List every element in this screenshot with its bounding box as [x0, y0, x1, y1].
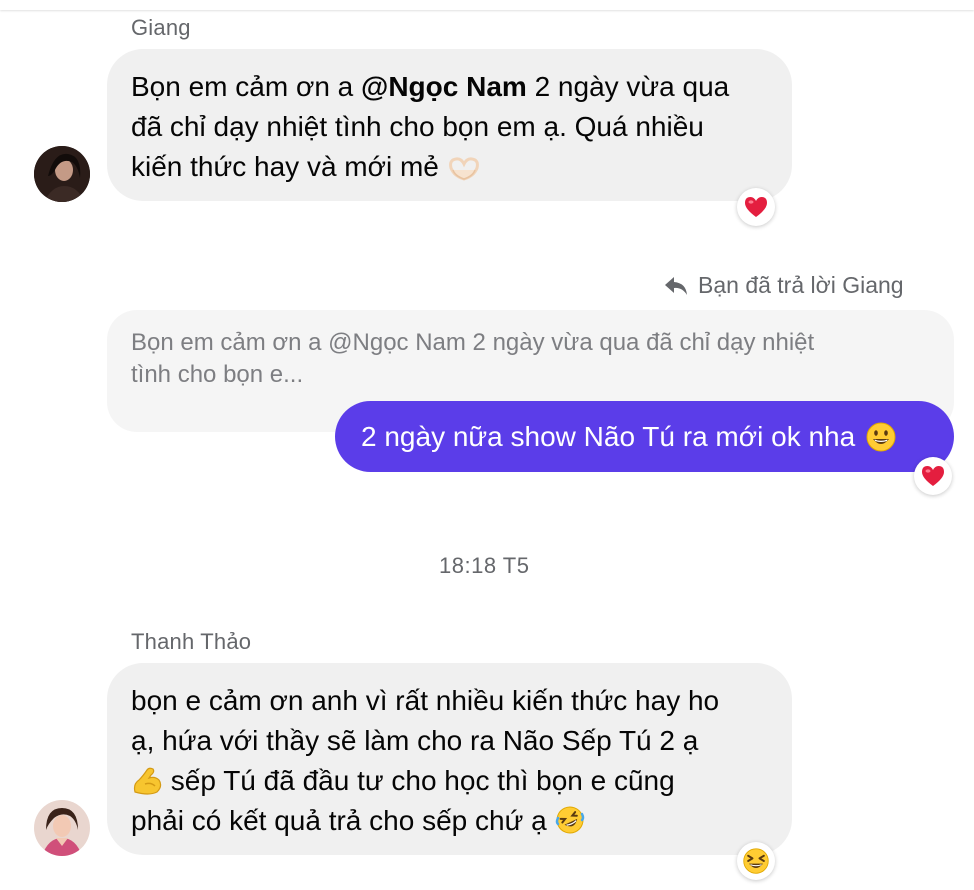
quoted-line: tình cho bọn e... [131, 361, 304, 388]
heart-hands-emoji [448, 157, 479, 181]
message-bubble-giang[interactable]: Bọn em cảm ơn a @Ngọc Nam 2 ngày vừa qua… [107, 49, 792, 201]
message-line: Bọn em cảm ơn a @Ngọc Nam 2 ngày vừa qua [131, 67, 768, 107]
message-line: ạ, hứa với thầy sẽ làm cho ra Não Sếp Tú… [131, 725, 699, 756]
message-text: kiến thức hay và mới mẻ [131, 151, 439, 182]
reaction-laugh-thanh-thao[interactable] [737, 842, 775, 880]
message-text: Bọn em cảm ơn a [131, 71, 362, 102]
timestamp: 18:18 T5 [439, 553, 530, 578]
mention-ngoc-nam[interactable]: @Ngọc Nam [361, 71, 527, 102]
sender-name-giang: Giang [131, 15, 191, 40]
reaction-heart-giang[interactable] [737, 188, 775, 226]
heart-emoji [922, 466, 944, 486]
avatar-giang-image [34, 146, 90, 202]
message-bubble-thanh-thao[interactable]: bọn e cảm ơn anh vì rất nhiều kiến thức … [107, 663, 792, 855]
reply-header: Bạn đã trả lời Giang [664, 272, 904, 299]
flexed-biceps-emoji [133, 767, 162, 795]
rolling-laughing-emoji [556, 806, 585, 834]
avatar-thanh-thao[interactable] [34, 800, 90, 856]
message-text: sếp Tú đã đầu tư cho học thì bọn e cũng [163, 765, 675, 796]
message-line: phải có kết quả trả cho sếp chứ ạ [131, 801, 768, 841]
message-line: sếp Tú đã đầu tư cho học thì bọn e cũng [131, 761, 768, 801]
message-bubble-outgoing[interactable]: 2 ngày nữa show Não Tú ra mới ok nha [335, 401, 954, 472]
sender-name-thanh-thao: Thanh Thảo [131, 629, 252, 654]
grinning-squinting-emoji [743, 848, 769, 874]
quoted-line: Bọn em cảm ơn a @Ngọc Nam 2 ngày vừa qua… [131, 329, 815, 356]
reply-arrow-icon [665, 276, 687, 295]
avatar-giang[interactable] [34, 146, 90, 202]
message-line: bọn e cảm ơn anh vì rất nhiều kiến thức … [131, 685, 720, 716]
message-line: đã chỉ dạy nhiệt tình cho bọn em ạ. Quá … [131, 111, 704, 142]
avatar-thanh-thao-image [34, 800, 90, 856]
reply-header-text: Bạn đã trả lời Giang [698, 272, 904, 298]
reaction-heart-outgoing[interactable] [914, 457, 952, 495]
grinning-face-emoji [866, 422, 896, 451]
heart-emoji [745, 197, 767, 217]
message-line: kiến thức hay và mới mẻ [131, 147, 768, 187]
message-text: 2 ngày vừa qua [526, 71, 730, 102]
message-text: phải có kết quả trả cho sếp chứ ạ [131, 805, 547, 836]
top-divider [0, 0, 974, 10]
message-text: 2 ngày nữa show Não Tú ra mới ok nha [361, 420, 856, 452]
